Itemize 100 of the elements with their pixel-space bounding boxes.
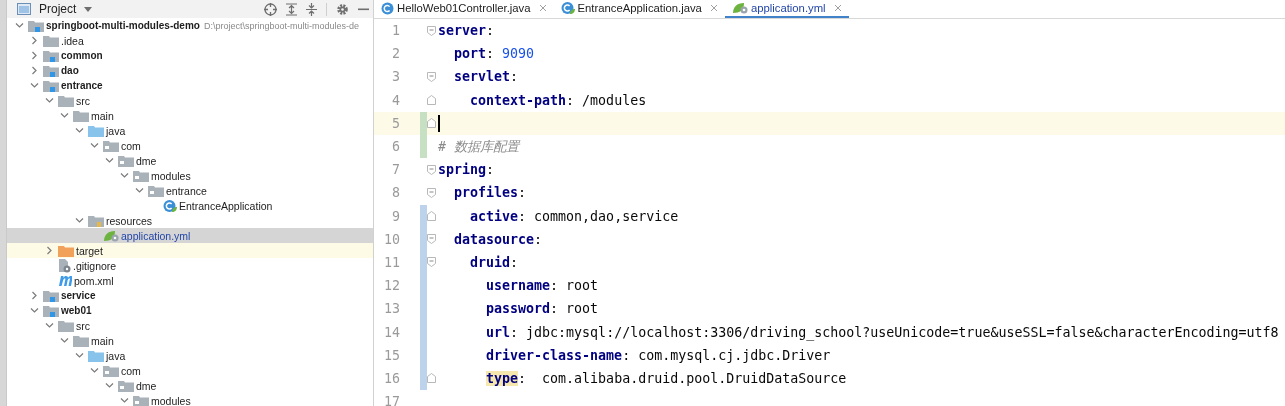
item-label: application.yml [121,229,191,242]
code-line: url: jdbc:mysql://localhost:3306/driving_school?useUnicode=true&useSSL=false&characterEncoding=utf8 [486,324,1279,340]
fold-icon[interactable] [427,257,436,268]
tree-item[interactable]: entrance [7,183,373,198]
module-folder-icon [43,304,59,317]
tree-item[interactable]: main [7,108,373,123]
folder-icon [58,319,74,332]
tree-item[interactable]: src [7,318,373,333]
minimize-icon[interactable] [358,7,369,11]
item-label: main [91,334,114,347]
code-line: password: root [486,301,599,317]
module-folder-icon [43,64,59,77]
fold-icon[interactable] [427,164,436,175]
tree-item[interactable]: EntranceApplication [7,198,373,213]
tree-item[interactable]: com [7,138,373,153]
line-number: 10 [383,231,401,247]
tree-item[interactable]: dme [7,378,373,393]
item-label: web01 [61,305,92,316]
line-number: 15 [383,347,401,363]
line-number: 17 [383,394,401,406]
fold-icon[interactable] [427,234,436,245]
item-label: common [61,50,103,61]
fold-icon[interactable] [427,187,436,198]
code-line: username: root [486,278,599,294]
added-change-marker[interactable] [420,111,427,135]
text-cursor [438,114,440,132]
editor-tab[interactable]: HelloWeb01Controller.java [374,0,554,18]
item-label: .idea [61,34,84,47]
editor-tab[interactable]: EntranceApplication.java [553,0,725,18]
fold-end-icon[interactable] [427,373,436,384]
modified-change-marker[interactable] [420,204,427,228]
item-label: main [91,109,114,122]
tree-item[interactable]: target [7,243,373,258]
modified-change-marker[interactable] [420,366,427,390]
file-icon [58,258,71,273]
tree-item[interactable]: java [7,123,373,138]
tree-item[interactable]: java [7,348,373,363]
item-label: src [76,94,90,107]
item-label: com [121,364,141,377]
code-line: context-path: /modules [470,92,647,108]
tree-item[interactable]: dao [7,63,373,78]
module-folder-icon [43,289,59,302]
tree-item[interactable]: web01 [7,303,373,318]
line-number: 8 [391,185,401,201]
tree-item[interactable]: pom.xml [7,273,373,288]
line-number: 11 [383,254,401,270]
fold-end-icon[interactable] [427,95,436,106]
path-hint: D:\project\springboot-multi-modules-de [203,20,359,31]
code-line: # 数据库配置 [438,137,519,156]
tree-item[interactable]: dme [7,153,373,168]
fold-icon[interactable] [427,25,436,36]
fold-end-icon[interactable] [427,118,436,129]
code-line: port: 9090 [454,46,535,62]
folder-icon [73,109,89,122]
code-line: spring: [438,162,495,178]
item-label: src [76,319,90,332]
package-folder-icon [103,139,119,152]
dropdown-caret-icon[interactable] [84,6,93,12]
fold-icon[interactable] [427,71,436,82]
folder-icon [58,94,74,107]
tree-item[interactable]: entrance [7,78,373,93]
tree-item[interactable]: com [7,363,373,378]
tree-item[interactable]: modules [7,393,373,406]
package-folder-icon [118,379,134,392]
tree-item[interactable]: application.yml [7,228,373,243]
code-line: active: common,dao,service [470,208,679,224]
expand-all-icon[interactable] [286,2,297,16]
panel-icon [17,3,31,15]
item-label: dme [136,379,157,392]
item-label: pom.xml [74,274,114,287]
package-folder-icon [103,364,119,377]
item-label: entrance [61,80,103,91]
line-number: 4 [391,92,401,108]
close-icon [709,4,718,12]
fold-end-icon[interactable] [427,211,436,222]
settings-icon[interactable] [336,2,349,16]
folder-icon [73,334,89,347]
added-change-marker[interactable] [420,134,427,159]
tree-item[interactable]: resources [7,213,373,228]
line-number: 12 [383,278,401,294]
line-number: 13 [383,301,401,317]
tree-item[interactable]: common [7,48,373,63]
tree-item[interactable]: .idea [7,33,373,48]
spring-class-icon [163,198,177,213]
collapse-all-icon[interactable] [306,2,317,16]
panel-title[interactable]: Project [39,2,77,16]
line-number: 16 [383,370,401,386]
tree-item[interactable]: springboot-multi-modules-demo D:\project\springboot-multi-modules-de [7,18,373,33]
item-label: springboot-multi-modules-demo [46,20,200,31]
line-number: 9 [391,208,401,224]
tree-item[interactable]: .gitignore [7,258,373,273]
editor-tab[interactable]: application.yml [724,0,849,18]
tree-item[interactable]: modules [7,168,373,183]
crosshair-icon[interactable] [264,2,277,16]
code-line: profiles: [454,185,527,201]
tree-item[interactable]: service [7,288,373,303]
tree-item[interactable]: src [7,93,373,108]
maven-file-icon [58,274,72,287]
line-number: 3 [391,69,401,85]
tree-item[interactable]: main [7,333,373,348]
